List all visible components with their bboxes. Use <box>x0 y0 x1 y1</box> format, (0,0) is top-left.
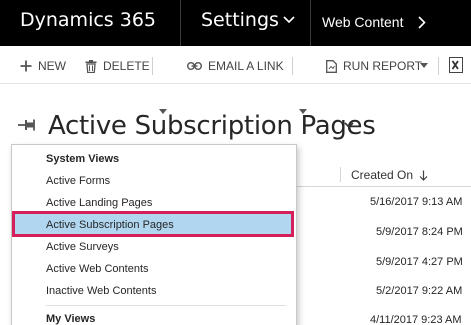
system-views-heading: System Views <box>46 153 120 165</box>
trash-icon <box>85 59 97 73</box>
pin-icon[interactable] <box>17 118 37 132</box>
email-a-link-button[interactable]: EMAIL A LINK <box>187 58 284 74</box>
chevron-down-icon <box>283 16 295 24</box>
report-icon <box>326 59 337 73</box>
view-option-active-surveys[interactable]: Active Surveys <box>46 241 119 253</box>
view-selector-chevron-icon[interactable] <box>344 122 354 129</box>
chevron-right-icon <box>418 16 426 29</box>
view-option-label: Active Subscription Pages <box>46 219 174 231</box>
menu-divider <box>46 305 286 306</box>
breadcrumb-label: Web Content <box>322 14 404 30</box>
excel-icon[interactable] <box>449 57 463 73</box>
command-divider <box>438 57 439 75</box>
view-option-inactive-web-contents[interactable]: Inactive Web Contents <box>46 285 156 297</box>
created-on-cell: 5/9/2017 8:24 PM <box>376 226 463 238</box>
delete-label: DELETE <box>103 59 150 73</box>
email-a-link-label: EMAIL A LINK <box>208 59 284 73</box>
created-on-cell: 5/9/2017 4:27 PM <box>376 256 463 268</box>
settings-area-menu[interactable]: Settings <box>181 0 309 46</box>
grid-header: Created On <box>290 163 471 187</box>
delete-button[interactable]: DELETE <box>85 58 150 74</box>
plus-icon <box>20 60 32 72</box>
view-option-active-landing-pages[interactable]: Active Landing Pages <box>46 197 152 209</box>
view-option-active-subscription-pages[interactable]: Active Subscription Pages <box>12 211 294 237</box>
my-views-heading: My Views <box>46 313 96 325</box>
run-report-caret-icon[interactable] <box>420 63 428 68</box>
link-icon <box>187 62 202 70</box>
command-bar: NEW DELETE EMAIL A LINK RUN REPORT <box>0 46 471 114</box>
created-on-cell: 5/2/2017 9:22 AM <box>376 285 463 297</box>
breadcrumb-web-content[interactable]: Web Content <box>311 0 471 46</box>
view-option-active-forms[interactable]: Active Forms <box>46 175 110 187</box>
column-divider <box>340 167 341 182</box>
command-divider <box>152 57 153 75</box>
view-option-active-web-contents[interactable]: Active Web Contents <box>46 263 149 275</box>
new-button[interactable]: NEW <box>20 58 66 74</box>
run-report-label: RUN REPORT <box>343 59 423 73</box>
command-divider <box>292 57 293 75</box>
created-on-cell: 5/16/2017 9:13 AM <box>370 196 463 208</box>
top-nav-bar: Dynamics 365 Settings Web Content <box>0 0 471 46</box>
created-on-column-header[interactable]: Created On <box>351 168 428 182</box>
view-selector-dropdown: System Views Active Forms Active Landing… <box>11 144 297 325</box>
view-title[interactable]: Active Subscription Pages <box>48 111 376 141</box>
sort-descending-icon <box>419 170 428 181</box>
area-label: Settings <box>201 9 279 31</box>
created-on-label: Created On <box>351 168 414 182</box>
run-report-button[interactable]: RUN REPORT <box>326 58 422 74</box>
app-brand[interactable]: Dynamics 365 <box>0 0 180 46</box>
created-on-cell: 4/11/2017 9:23 AM <box>370 314 462 325</box>
new-label: NEW <box>38 59 66 73</box>
